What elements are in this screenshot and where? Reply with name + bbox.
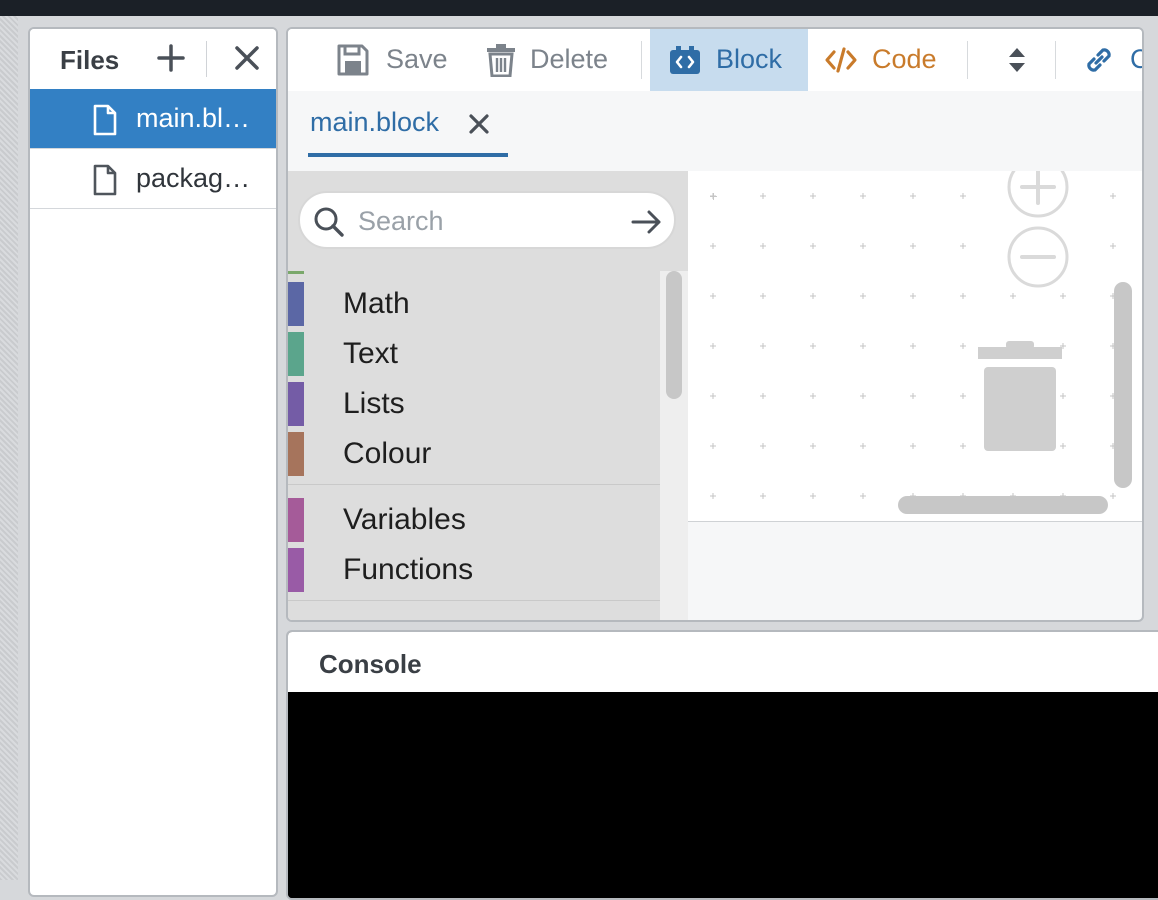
search-icon bbox=[314, 207, 344, 237]
file-name: packag… bbox=[136, 163, 251, 193]
link-icon bbox=[1087, 48, 1111, 72]
workspace-vertical-scrollbar[interactable] bbox=[1114, 282, 1132, 488]
files-header: Files bbox=[30, 29, 276, 90]
delete-label: Delete bbox=[530, 44, 609, 74]
divider bbox=[1055, 41, 1056, 79]
file-icon bbox=[93, 164, 117, 196]
sort-toggle-button[interactable] bbox=[988, 29, 1046, 91]
delete-button[interactable]: Delete bbox=[478, 29, 628, 91]
category-label: Colour bbox=[343, 437, 432, 470]
category-colour[interactable]: Colour bbox=[288, 429, 660, 479]
category-label: Functions bbox=[343, 553, 474, 586]
console-header: Console bbox=[288, 632, 1158, 692]
zoom-out-icon[interactable] bbox=[1006, 225, 1070, 289]
category-swatch bbox=[288, 548, 304, 592]
divider bbox=[967, 41, 968, 79]
console-title: Console bbox=[319, 649, 422, 679]
trash-icon bbox=[487, 44, 515, 77]
category-label: Lists bbox=[343, 387, 405, 420]
category-swatch-partial bbox=[288, 271, 304, 274]
code-view-button[interactable]: Code bbox=[818, 29, 958, 91]
close-icon[interactable] bbox=[468, 113, 490, 135]
category-variables[interactable]: Variables bbox=[288, 495, 660, 545]
workspace-horizontal-scrollbar[interactable] bbox=[898, 496, 1108, 514]
save-icon bbox=[337, 44, 369, 76]
code-label: Code bbox=[872, 44, 937, 74]
share-link-button[interactable]: C bbox=[1078, 29, 1142, 91]
category-functions[interactable]: Functions bbox=[288, 545, 660, 595]
divider bbox=[206, 41, 207, 77]
category-swatch bbox=[288, 332, 304, 376]
file-item-package[interactable]: packag… bbox=[30, 149, 276, 209]
category-label: Math bbox=[343, 287, 410, 320]
toolbox-scrollbar-thumb[interactable] bbox=[666, 271, 682, 399]
workspace-grid bbox=[688, 171, 1142, 521]
console-panel: Console bbox=[286, 630, 1158, 900]
files-panel: Files main.bl… packag… bbox=[28, 27, 278, 897]
category-label: Variables bbox=[343, 503, 466, 536]
tab-bar: main.block bbox=[288, 91, 1142, 171]
trash-icon[interactable] bbox=[978, 341, 1064, 453]
block-label: Block bbox=[716, 44, 783, 74]
link-label: C bbox=[1130, 44, 1142, 75]
close-icon[interactable] bbox=[234, 45, 260, 71]
category-lists[interactable]: Lists bbox=[288, 379, 660, 429]
zoom-in-icon[interactable] bbox=[1006, 171, 1070, 219]
editor-panel: Save Delete Block Code main.block Search… bbox=[286, 27, 1144, 622]
file-icon bbox=[93, 104, 117, 136]
tab-label: main.block bbox=[310, 107, 440, 137]
sort-icon bbox=[1009, 48, 1025, 72]
code-icon bbox=[825, 47, 857, 73]
category-list: Math Text Lists Colour Variables Functio… bbox=[288, 271, 660, 620]
category-swatch bbox=[288, 282, 304, 326]
left-edge-strip bbox=[0, 16, 18, 880]
tab-main-block[interactable]: main.block bbox=[308, 105, 508, 157]
category-separator bbox=[288, 484, 660, 485]
console-output[interactable] bbox=[288, 692, 1158, 898]
file-name: main.bl… bbox=[136, 103, 251, 133]
block-view-button[interactable]: Block bbox=[650, 29, 808, 91]
search-box[interactable] bbox=[298, 191, 676, 249]
window-top-bar bbox=[0, 0, 1158, 16]
block-toolbox: Math Text Lists Colour Variables Funct bbox=[288, 171, 688, 620]
category-label: Text bbox=[343, 337, 399, 370]
plus-icon[interactable] bbox=[156, 43, 186, 73]
category-swatch bbox=[288, 432, 304, 476]
arrow-right-icon[interactable] bbox=[630, 205, 664, 239]
block-workspace[interactable] bbox=[688, 171, 1142, 522]
category-math[interactable]: Math bbox=[288, 279, 660, 329]
files-title: Files bbox=[60, 45, 120, 75]
save-label: Save bbox=[386, 44, 448, 74]
block-icon bbox=[670, 46, 700, 74]
category-swatch bbox=[288, 498, 304, 542]
search-input[interactable] bbox=[356, 201, 630, 241]
category-separator bbox=[288, 600, 660, 601]
divider bbox=[641, 41, 642, 79]
category-text[interactable]: Text bbox=[288, 329, 660, 379]
file-item-main-block[interactable]: main.bl… bbox=[30, 89, 276, 149]
save-button[interactable]: Save bbox=[328, 29, 458, 91]
editor-toolbar: Save Delete Block Code bbox=[288, 29, 1142, 92]
category-swatch bbox=[288, 382, 304, 426]
